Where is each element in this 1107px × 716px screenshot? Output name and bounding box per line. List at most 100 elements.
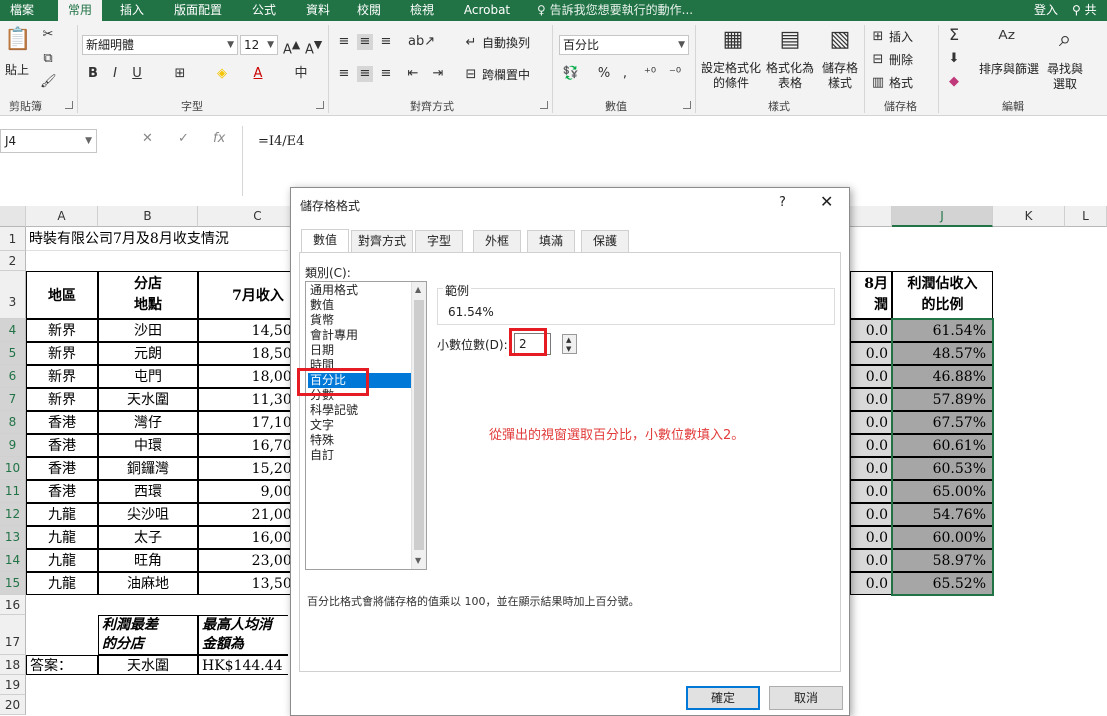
cell-answer-label[interactable]: 答案： bbox=[26, 655, 98, 675]
category-item[interactable]: 自訂 bbox=[308, 448, 424, 463]
align-right-icon[interactable]: ≡ bbox=[378, 66, 394, 82]
sheet-title[interactable]: 時裝有限公司7月及8月收支情況 bbox=[26, 227, 288, 251]
tab-acrobat[interactable]: Acrobat bbox=[458, 0, 516, 21]
decrease-font-icon[interactable]: A▼ bbox=[305, 37, 322, 58]
sort-filter-icon[interactable]: ᴬᶻ bbox=[992, 27, 1022, 53]
cell-shop[interactable]: 太子 bbox=[98, 526, 198, 549]
row-header[interactable]: 20 bbox=[0, 695, 26, 715]
cell-worst-shop[interactable]: 天水圍 bbox=[98, 655, 198, 675]
select-all-corner[interactable] bbox=[0, 206, 26, 227]
dialog-tab-number[interactable]: 數值 bbox=[301, 229, 349, 253]
column-header-l[interactable]: L bbox=[1065, 206, 1107, 227]
cell-region[interactable]: 香港 bbox=[26, 457, 98, 480]
cell-shop[interactable]: 元朗 bbox=[98, 342, 198, 365]
cell-august-profit[interactable]: 0.0 bbox=[850, 457, 892, 480]
row-header[interactable]: 5 bbox=[0, 342, 26, 365]
formula-input[interactable]: =I4/E4 bbox=[242, 126, 1107, 196]
cancel-button[interactable]: 取消 bbox=[769, 686, 843, 710]
wrap-text-icon[interactable]: ↵ bbox=[463, 35, 479, 51]
row-header[interactable]: 12 bbox=[0, 503, 26, 526]
decrease-indent-icon[interactable]: ⇤ bbox=[405, 66, 421, 82]
row-header[interactable]: 14 bbox=[0, 549, 26, 572]
cell-august-profit[interactable]: 0.0 bbox=[850, 342, 892, 365]
number-launcher-icon[interactable] bbox=[683, 101, 691, 109]
clear-icon[interactable]: ◆ bbox=[946, 74, 962, 90]
row-header[interactable]: 11 bbox=[0, 480, 26, 503]
paste-button-label[interactable]: 貼上 bbox=[2, 63, 32, 78]
row-header[interactable]: 19 bbox=[0, 675, 26, 695]
enter-entry-icon[interactable]: ✓ bbox=[178, 131, 189, 146]
bold-icon[interactable]: B bbox=[86, 66, 100, 82]
insert-function-icon[interactable]: fx bbox=[213, 131, 225, 146]
cell-august-profit[interactable]: 0.0 bbox=[850, 480, 892, 503]
cell-shop[interactable]: 銅鑼灣 bbox=[98, 457, 198, 480]
cell-styles-button[interactable]: 儲存格 樣式 bbox=[818, 61, 862, 91]
cut-icon[interactable]: ✂ bbox=[40, 27, 56, 43]
cell-shop[interactable]: 沙田 bbox=[98, 319, 198, 342]
share-button[interactable]: ⚲ 共 bbox=[1072, 0, 1097, 21]
find-select-icon[interactable]: ⌕ bbox=[1050, 27, 1080, 53]
align-bottom-icon[interactable]: ≡ bbox=[378, 34, 394, 50]
cell-region[interactable]: 香港 bbox=[26, 480, 98, 503]
format-painter-icon[interactable]: 🖌 bbox=[40, 74, 57, 90]
cell-august-profit[interactable]: 0.0 bbox=[850, 526, 892, 549]
category-item[interactable]: 科學記號 bbox=[308, 403, 424, 418]
tell-me-box[interactable]: ♀ 告訴我您想要執行的動作... bbox=[537, 0, 693, 21]
wrap-text-button[interactable]: 自動換列 bbox=[482, 36, 542, 51]
header-region[interactable]: 地區 bbox=[26, 271, 98, 319]
row-header[interactable]: 13 bbox=[0, 526, 26, 549]
category-item[interactable]: 數值 bbox=[308, 298, 424, 313]
row-header[interactable]: 15 bbox=[0, 572, 26, 595]
cell-shop[interactable]: 尖沙咀 bbox=[98, 503, 198, 526]
font-launcher-icon[interactable] bbox=[316, 101, 324, 109]
dialog-tab-font[interactable]: 字型 bbox=[415, 230, 463, 252]
cell-shop[interactable]: 中環 bbox=[98, 434, 198, 457]
category-scrollbar[interactable]: ▲ ▼ bbox=[411, 282, 426, 569]
close-icon[interactable]: ✕ bbox=[820, 192, 833, 211]
delete-cells-button[interactable]: 刪除 bbox=[889, 53, 925, 68]
dialog-tab-fill[interactable]: 填滿 bbox=[527, 230, 575, 252]
column-header-j[interactable]: J bbox=[892, 206, 993, 227]
row-header[interactable]: 8 bbox=[0, 411, 26, 434]
format-cells-icon[interactable]: ▥ bbox=[870, 75, 886, 91]
conditional-formatting-button[interactable]: 設定格式化 的條件 bbox=[700, 61, 762, 91]
name-box[interactable]: J4 ▼ bbox=[0, 129, 97, 153]
category-item[interactable]: 特殊 bbox=[308, 433, 424, 448]
cell-august-profit[interactable]: 0.0 bbox=[850, 572, 892, 595]
fill-icon[interactable]: ⬇ bbox=[946, 51, 962, 67]
sort-filter-button[interactable]: 排序與篩選 bbox=[978, 62, 1040, 77]
scroll-up-icon[interactable]: ▲ bbox=[415, 285, 421, 294]
cell-max-spend[interactable]: HK$144.44 bbox=[198, 655, 288, 675]
header-profit-ratio[interactable]: 利潤佔收入 的比例 bbox=[892, 271, 993, 319]
align-top-icon[interactable]: ≡ bbox=[336, 34, 352, 50]
tab-review[interactable]: 校閱 bbox=[347, 0, 391, 21]
increase-font-icon[interactable]: A▲ bbox=[283, 37, 300, 58]
row-header[interactable]: 17 bbox=[0, 615, 26, 655]
column-header-i[interactable] bbox=[850, 206, 892, 227]
cell-shop[interactable]: 西環 bbox=[98, 480, 198, 503]
autosum-icon[interactable]: Σ bbox=[946, 27, 962, 43]
insert-cells-button[interactable]: 插入 bbox=[889, 30, 925, 45]
category-item[interactable]: 貨幣 bbox=[308, 313, 424, 328]
cell-region[interactable]: 新界 bbox=[26, 319, 98, 342]
tab-home[interactable]: 常用 bbox=[58, 0, 102, 21]
column-header-k[interactable]: K bbox=[993, 206, 1065, 227]
cell-region[interactable]: 香港 bbox=[26, 411, 98, 434]
category-item[interactable]: 會計專用 bbox=[308, 328, 424, 343]
tab-formulas[interactable]: 公式 bbox=[242, 0, 286, 21]
dialog-tab-protection[interactable]: 保護 bbox=[581, 230, 629, 252]
cell-august-profit[interactable]: 0.0 bbox=[850, 365, 892, 388]
phonetic-icon[interactable]: 中 bbox=[292, 66, 310, 82]
ok-button[interactable]: 確定 bbox=[686, 686, 760, 710]
row-header[interactable]: 1 bbox=[0, 227, 26, 251]
tab-file[interactable]: 檔案 bbox=[0, 0, 44, 21]
orientation-icon[interactable]: ab↗ bbox=[408, 34, 435, 50]
scrollbar-thumb[interactable] bbox=[414, 300, 424, 550]
cell-region[interactable]: 新界 bbox=[26, 388, 98, 411]
login-link[interactable]: 登入 bbox=[1034, 0, 1058, 21]
align-left-icon[interactable]: ≡ bbox=[336, 66, 352, 82]
dialog-tab-border[interactable]: 外框 bbox=[473, 230, 521, 252]
border-icon[interactable]: ⊞ bbox=[172, 66, 188, 82]
align-middle-icon[interactable]: ≡ bbox=[357, 34, 373, 50]
find-select-button[interactable]: 尋找與 選取 bbox=[1044, 62, 1086, 92]
